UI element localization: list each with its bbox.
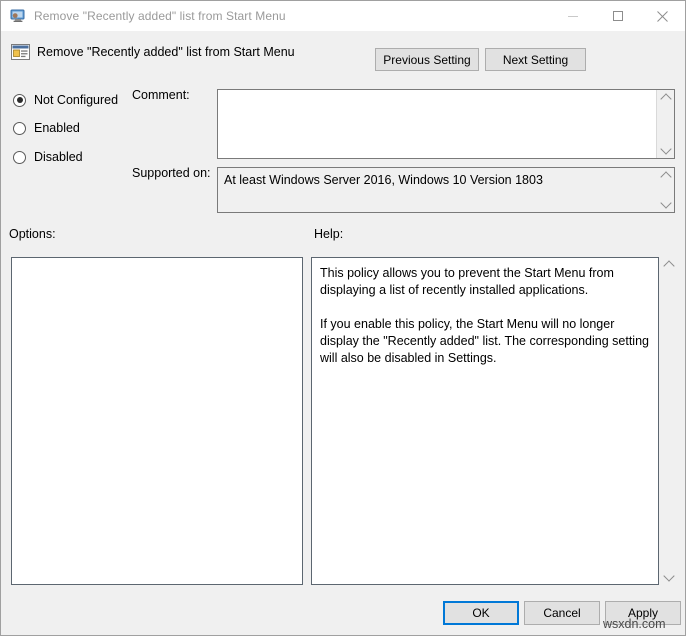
help-paragraph: If you enable this policy, the Start Men… — [320, 317, 649, 365]
help-scroll-up-button[interactable] — [660, 257, 677, 272]
comment-input[interactable] — [218, 90, 656, 158]
setting-title: Remove "Recently added" list from Start … — [37, 45, 295, 59]
supported-on-value: At least Windows Server 2016, Windows 10… — [224, 173, 543, 187]
ok-button[interactable]: OK — [443, 601, 519, 625]
radio-option-disabled[interactable]: Disabled — [13, 148, 83, 166]
maximize-button[interactable] — [595, 1, 640, 31]
comment-scrollbar[interactable] — [656, 90, 674, 158]
radio-indicator-disabled[interactable] — [13, 150, 26, 164]
chevron-down-icon — [662, 570, 675, 582]
help-panel: This policy allows you to prevent the St… — [311, 257, 659, 585]
policy-setting-icon — [11, 43, 30, 61]
chevron-up-icon — [659, 171, 672, 183]
title-bar: Remove "Recently added" list from Start … — [1, 1, 685, 31]
chevron-up-icon — [662, 260, 675, 272]
comment-field[interactable] — [217, 89, 675, 159]
next-setting-button[interactable]: Next Setting — [485, 48, 586, 71]
minimize-icon — [567, 15, 578, 17]
radio-option-enabled[interactable]: Enabled — [13, 119, 80, 137]
radio-label-disabled: Disabled — [34, 150, 83, 164]
help-scrollbar[interactable] — [660, 257, 677, 585]
help-label: Help: — [314, 227, 344, 241]
chevron-down-icon — [659, 143, 672, 155]
cancel-button[interactable]: Cancel — [524, 601, 600, 625]
comment-scroll-down-button[interactable] — [657, 143, 674, 158]
group-policy-setting-dialog: Remove "Recently added" list from Start … — [0, 0, 686, 636]
close-button[interactable] — [640, 1, 685, 31]
close-icon — [657, 10, 668, 22]
radio-option-not-configured[interactable]: Not Configured — [13, 91, 118, 109]
minimize-button[interactable] — [550, 1, 595, 31]
radio-label-not-configured: Not Configured — [34, 93, 119, 107]
supported-scroll-up-button[interactable] — [657, 168, 674, 183]
supported-on-field: At least Windows Server 2016, Windows 10… — [217, 167, 675, 213]
help-paragraph: This policy allows you to prevent the St… — [320, 266, 614, 297]
maximize-icon — [612, 11, 623, 21]
window-controls — [550, 1, 685, 31]
options-label: Options: — [9, 227, 56, 241]
supported-scroll-down-button[interactable] — [657, 197, 674, 212]
watermark: wsxdn.com — [603, 617, 666, 631]
footer-divider — [1, 593, 685, 594]
radio-indicator-not-configured[interactable] — [13, 93, 26, 107]
policy-console-icon — [10, 8, 26, 24]
help-scroll-down-button[interactable] — [660, 570, 677, 585]
chevron-down-icon — [659, 197, 672, 209]
options-panel[interactable] — [11, 257, 303, 585]
supported-on-label: Supported on: — [132, 166, 211, 180]
chevron-up-icon — [659, 93, 672, 105]
comment-label: Comment: — [132, 88, 190, 102]
supported-on-scrollbar[interactable] — [657, 168, 674, 212]
radio-indicator-enabled[interactable] — [13, 121, 26, 135]
previous-setting-button[interactable]: Previous Setting — [375, 48, 479, 71]
window-title: Remove "Recently added" list from Start … — [34, 9, 286, 23]
radio-label-enabled: Enabled — [34, 121, 80, 135]
comment-scroll-up-button[interactable] — [657, 90, 674, 105]
